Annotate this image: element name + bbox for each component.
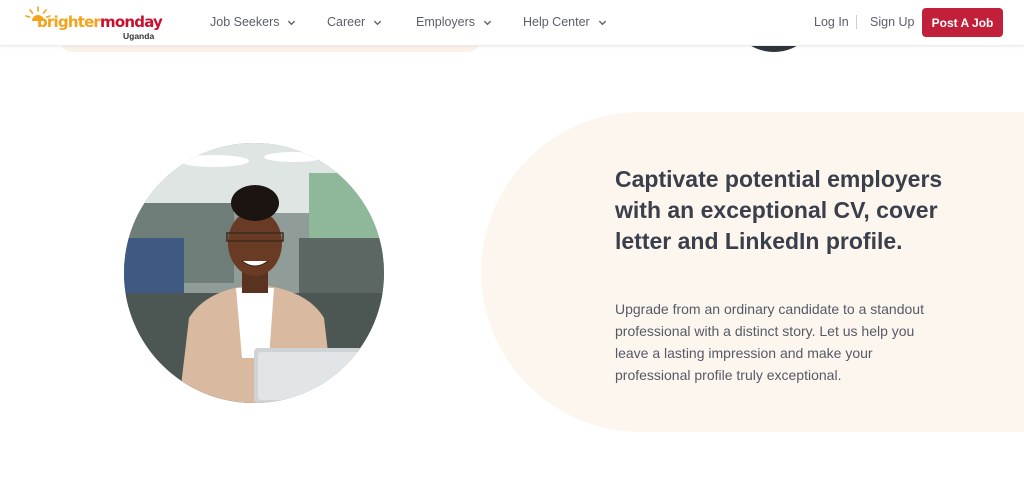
nav-employers[interactable]: Employers <box>416 15 492 29</box>
post-a-job-button[interactable]: Post A Job <box>922 8 1003 37</box>
nav-label: Employers <box>416 15 476 29</box>
login-link[interactable]: Log In <box>814 15 849 29</box>
nav-career[interactable]: Career <box>327 15 382 29</box>
feature-description: Upgrade from an ordinary candidate to a … <box>615 301 924 383</box>
nav-help-center[interactable]: Help Center <box>523 15 607 29</box>
professional-woman-photo <box>124 143 384 403</box>
logo-wordmark: brightermonday <box>37 13 163 31</box>
nav-label: Career <box>327 15 366 29</box>
feature-heading: Captivate potential employers with an ex… <box>615 166 943 254</box>
nav-label: Job Seekers <box>210 15 280 29</box>
chevron-down-icon <box>374 20 382 25</box>
photo-illustration <box>124 143 384 403</box>
chevron-down-icon <box>598 20 606 25</box>
nav-label: Help Center <box>523 15 590 29</box>
brightermonday-logo[interactable]: brightermonday Uganda <box>24 5 164 41</box>
site-header: brightermonday Uganda Job Seekers Career… <box>0 0 1024 46</box>
logo-part1: brighter <box>37 13 101 31</box>
logo-part2: monday <box>100 13 163 31</box>
header-divider <box>856 15 857 29</box>
chevron-down-icon <box>288 20 296 25</box>
signup-link[interactable]: Sign Up <box>870 15 914 29</box>
nav-job-seekers[interactable]: Job Seekers <box>210 15 296 29</box>
logo-region: Uganda <box>123 31 155 41</box>
chevron-down-icon <box>483 20 492 25</box>
